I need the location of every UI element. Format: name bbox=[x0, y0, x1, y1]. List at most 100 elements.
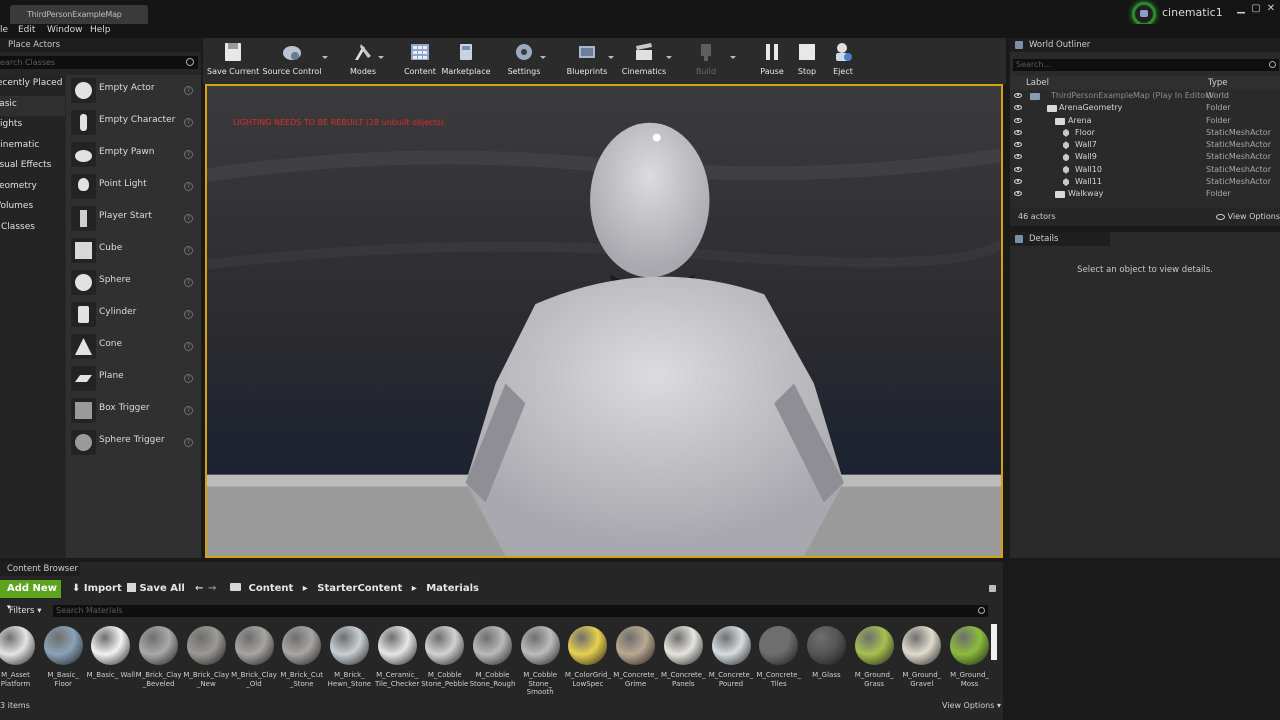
material-asset-tile[interactable]: M_Cobble Stone_ Smooth bbox=[517, 624, 564, 698]
actor-item[interactable]: Point Light? bbox=[66, 171, 201, 203]
stop-button[interactable]: Stop bbox=[792, 38, 822, 84]
outliner-row[interactable]: ThirdPersonExampleMap (Play In Editor) Wo… bbox=[1010, 90, 1280, 102]
material-asset-tile[interactable]: M_ColorGrid_ LowSpec bbox=[564, 624, 611, 698]
category-cinematic[interactable]: Cinematic bbox=[0, 137, 65, 158]
help-icon[interactable]: ? bbox=[184, 182, 193, 191]
eye-icon[interactable] bbox=[1014, 166, 1022, 172]
marketplace-button[interactable]: Marketplace bbox=[441, 38, 491, 84]
outliner-row[interactable]: Wall11 StaticMeshActor bbox=[1010, 176, 1280, 188]
help-icon[interactable]: ? bbox=[184, 374, 193, 383]
cinematics-button[interactable]: Cinematics bbox=[621, 38, 667, 84]
actor-item[interactable]: Empty Pawn? bbox=[66, 139, 201, 171]
actor-item[interactable]: Plane? bbox=[66, 363, 201, 395]
column-label[interactable]: Label bbox=[1026, 76, 1049, 90]
menu-edit[interactable]: Edit bbox=[18, 25, 35, 35]
breadcrumb-materials[interactable]: Materials bbox=[426, 583, 479, 594]
class-search-input[interactable]: earch Classes bbox=[0, 56, 198, 69]
build-button[interactable]: Build bbox=[688, 38, 724, 84]
breadcrumb-startercontent[interactable]: StarterContent bbox=[317, 583, 402, 594]
settings-button[interactable]: Settings bbox=[504, 38, 544, 84]
eject-button[interactable]: Eject bbox=[827, 38, 859, 84]
material-asset-tile[interactable]: M_Concrete_ Tiles bbox=[755, 624, 802, 698]
material-asset-tile[interactable]: M_Ceramic_ Tile_Checker bbox=[374, 624, 421, 698]
lock-icon[interactable] bbox=[989, 585, 996, 592]
material-asset-tile[interactable]: M_Glass bbox=[803, 624, 850, 698]
details-tab[interactable]: Details bbox=[1010, 232, 1110, 246]
eye-icon[interactable] bbox=[1014, 117, 1022, 123]
chevron-down-icon[interactable] bbox=[322, 56, 328, 59]
eye-icon[interactable] bbox=[1014, 93, 1022, 98]
help-icon[interactable]: ? bbox=[184, 342, 193, 351]
column-type[interactable]: Type bbox=[1208, 76, 1228, 90]
material-asset-tile[interactable]: M_Cobble Stone_Rough bbox=[469, 624, 516, 698]
outliner-row[interactable]: ArenaGeometry Folder bbox=[1010, 102, 1280, 114]
outliner-row[interactable]: Floor StaticMeshActor bbox=[1010, 127, 1280, 139]
category-visual-effects[interactable]: Visual Effects bbox=[0, 157, 65, 178]
filters-button[interactable]: Filters ▾ bbox=[0, 605, 52, 617]
back-button[interactable]: ← bbox=[195, 580, 203, 598]
chevron-down-icon[interactable] bbox=[378, 56, 384, 59]
content-browser-tab[interactable]: Content Browser bbox=[0, 562, 80, 576]
asset-scrollbar[interactable] bbox=[991, 624, 997, 660]
help-icon[interactable]: ? bbox=[184, 406, 193, 415]
actor-item[interactable]: Cone? bbox=[66, 331, 201, 363]
import-button[interactable]: ⬇ Import bbox=[72, 580, 122, 598]
outliner-row[interactable]: Walkway Folder bbox=[1010, 188, 1280, 200]
eye-icon[interactable] bbox=[1014, 154, 1022, 160]
help-icon[interactable]: ? bbox=[184, 150, 193, 159]
help-icon[interactable]: ? bbox=[184, 278, 193, 287]
material-asset-tile[interactable]: M_Basic_ Floor bbox=[40, 624, 87, 698]
menu-window[interactable]: Window bbox=[47, 25, 83, 35]
menu-file[interactable]: le bbox=[0, 25, 8, 35]
chevron-down-icon[interactable] bbox=[730, 56, 736, 59]
outliner-row[interactable]: Arena Folder bbox=[1010, 115, 1280, 127]
save-current-button[interactable]: Save Current bbox=[207, 38, 259, 84]
forward-button[interactable]: → bbox=[208, 580, 216, 598]
material-asset-tile[interactable]: M_Asset Platform bbox=[0, 624, 39, 698]
help-icon[interactable]: ? bbox=[184, 86, 193, 95]
outliner-row[interactable]: Wall9 StaticMeshActor bbox=[1010, 151, 1280, 163]
blueprints-button[interactable]: Blueprints bbox=[565, 38, 609, 84]
actor-item[interactable]: Cube? bbox=[66, 235, 201, 267]
chevron-down-icon[interactable] bbox=[666, 56, 672, 59]
world-outliner-tab[interactable]: World Outliner bbox=[1010, 38, 1280, 52]
minimize-icon[interactable]: ▁ bbox=[1234, 4, 1248, 15]
menu-help[interactable]: Help bbox=[90, 25, 111, 35]
category-recently-placed[interactable]: Recently Placed bbox=[0, 75, 65, 96]
eye-icon[interactable] bbox=[1014, 105, 1022, 111]
add-new-button[interactable]: Add New ▾ bbox=[0, 580, 61, 611]
breadcrumb-content[interactable]: Content bbox=[248, 583, 293, 594]
modes-button[interactable]: Modes bbox=[343, 38, 383, 84]
eye-icon[interactable] bbox=[1014, 191, 1022, 197]
category-volumes[interactable]: Volumes bbox=[0, 198, 65, 219]
eye-icon[interactable] bbox=[1014, 129, 1022, 135]
outliner-row[interactable]: Wall10 StaticMeshActor bbox=[1010, 164, 1280, 176]
outliner-row[interactable]: Wall7 StaticMeshActor bbox=[1010, 139, 1280, 151]
actor-item[interactable]: Empty Character? bbox=[66, 107, 201, 139]
category-geometry[interactable]: Geometry bbox=[0, 178, 65, 199]
chevron-down-icon[interactable] bbox=[608, 56, 614, 59]
material-asset-tile[interactable]: M_Ground_ Gravel bbox=[898, 624, 945, 698]
content-view-options-button[interactable]: View Options ▾ bbox=[930, 698, 1001, 714]
save-all-button[interactable]: Save All bbox=[127, 580, 185, 598]
material-asset-tile[interactable]: M_Brick_ Hewn_Stone bbox=[326, 624, 373, 698]
category-lights[interactable]: Lights bbox=[0, 116, 65, 137]
pause-button[interactable]: Pause bbox=[756, 38, 788, 84]
chevron-down-icon[interactable] bbox=[540, 56, 546, 59]
actor-item[interactable]: Sphere Trigger? bbox=[66, 427, 201, 459]
material-asset-tile[interactable]: M_Ground_ Grass bbox=[851, 624, 898, 698]
material-asset-tile[interactable]: M_Cobble Stone_Pebble bbox=[421, 624, 468, 698]
actor-item[interactable]: Empty Actor? bbox=[66, 75, 201, 107]
level-tab[interactable]: ThirdPersonExampleMap bbox=[10, 5, 148, 24]
actor-item[interactable]: Sphere? bbox=[66, 267, 201, 299]
material-asset-tile[interactable]: M_Brick_Cut _Stone bbox=[278, 624, 325, 698]
actor-item[interactable]: Player Start? bbox=[66, 203, 201, 235]
help-icon[interactable]: ? bbox=[184, 214, 193, 223]
source-control-button[interactable]: Source Control bbox=[261, 38, 323, 84]
material-asset-tile[interactable]: M_Concrete_ Panels bbox=[660, 624, 707, 698]
eye-icon[interactable] bbox=[1014, 142, 1022, 148]
material-asset-tile[interactable]: M_Concrete_ Poured bbox=[708, 624, 755, 698]
eye-icon[interactable] bbox=[1014, 179, 1022, 185]
level-viewport[interactable]: LIGHTING NEEDS TO BE REBUILT (28 unbuilt… bbox=[205, 84, 1003, 558]
content-button[interactable]: Content bbox=[401, 38, 439, 84]
